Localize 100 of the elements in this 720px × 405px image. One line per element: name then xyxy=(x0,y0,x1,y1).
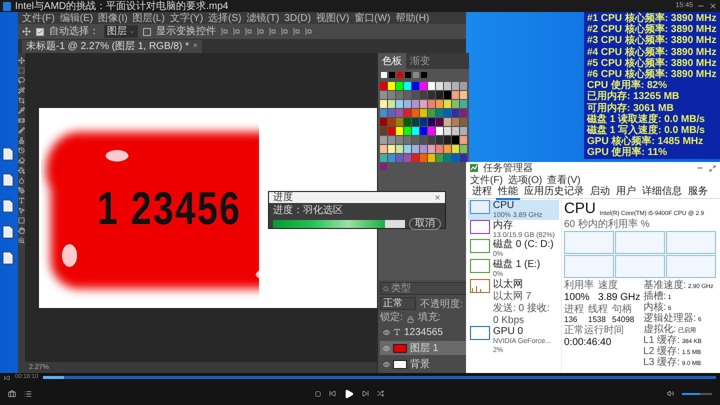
menu-item[interactable]: 滤镜(T) xyxy=(246,12,280,24)
stop-button[interactable] xyxy=(315,390,321,396)
eyedropper-tool-icon[interactable] xyxy=(18,107,25,114)
desktop-file-icon[interactable] xyxy=(2,225,14,239)
menu-item[interactable]: 文字(Y) xyxy=(170,12,204,24)
history-tool-icon[interactable] xyxy=(18,147,25,154)
cancel-button[interactable]: 取消 xyxy=(409,218,441,230)
eraser-tool-icon[interactable] xyxy=(18,157,25,164)
hand-tool-icon[interactable] xyxy=(18,227,25,234)
play-button[interactable] xyxy=(344,388,354,398)
align-icon[interactable] xyxy=(233,28,240,35)
menu-item[interactable]: 窗口(W) xyxy=(354,12,390,24)
blend-mode-dropdown[interactable]: 正常 xyxy=(380,297,416,310)
dialog-close-button[interactable] xyxy=(434,194,441,201)
dialog-title: 进度 xyxy=(273,192,293,203)
previous-icon xyxy=(329,390,336,397)
monitor-reading: #5 CPU 核心频率: 3890 MHz xyxy=(587,58,717,69)
stat-value: 0:00:46:40 xyxy=(564,337,612,348)
menu-item[interactable]: 图像(I) xyxy=(98,12,128,24)
panel-tab[interactable]: 色板 xyxy=(378,53,406,69)
document-tab[interactable]: 未标题-1 @ 2.27% (图层 1, RGB/8) * × xyxy=(22,40,202,52)
lasso-tool-icon[interactable] xyxy=(18,77,25,84)
type-tool-icon[interactable] xyxy=(18,197,25,204)
spec-label: L2 缓存: xyxy=(643,346,680,356)
desktop-file-icon[interactable] xyxy=(2,147,14,161)
maximize-button[interactable] xyxy=(709,164,716,172)
playback-progress-bar[interactable] xyxy=(43,376,716,379)
align-icon[interactable] xyxy=(281,28,288,35)
visibility-eye-icon[interactable] xyxy=(383,360,390,368)
shuffle-icon xyxy=(377,390,384,397)
rectangle-tool-icon[interactable] xyxy=(18,217,25,224)
bucket-tool-icon[interactable] xyxy=(18,167,25,174)
layer-row[interactable]: 1234565 xyxy=(380,325,467,339)
align-icon[interactable] xyxy=(257,28,264,35)
shuffle-button[interactable] xyxy=(377,390,384,397)
list-icon xyxy=(24,390,32,398)
spec-label: 逻辑处理器: xyxy=(643,312,696,324)
visibility-eye-icon[interactable] xyxy=(383,328,390,336)
volume-icon xyxy=(667,390,674,397)
desktop-file-icon[interactable] xyxy=(2,199,14,213)
bandage-tool-icon[interactable] xyxy=(18,117,25,124)
lock-icon[interactable] xyxy=(406,316,414,323)
zoom-tool-icon[interactable] xyxy=(18,237,25,244)
spec-label: 虚拟化: xyxy=(643,324,676,334)
briefcase-icon xyxy=(8,390,16,398)
move-tool-icon[interactable] xyxy=(18,57,25,64)
menu-item[interactable]: 查看(V) xyxy=(547,174,581,186)
align-icon[interactable] xyxy=(305,28,312,35)
auto-select-dropdown[interactable]: 图层 xyxy=(104,25,138,38)
menu-item[interactable]: 选项(O) xyxy=(508,174,542,186)
stat-label: 进程 xyxy=(564,304,584,314)
color-swatches-drawing[interactable] xyxy=(379,72,469,170)
desktop-file-icon[interactable] xyxy=(2,251,14,265)
drop-tool-icon[interactable] xyxy=(18,177,25,184)
previous-button[interactable] xyxy=(329,390,336,397)
next-button[interactable] xyxy=(362,390,369,397)
layer-row[interactable]: 图层 1 xyxy=(380,341,467,355)
tab[interactable]: 应用历史记录 xyxy=(522,184,586,200)
align-icon[interactable] xyxy=(221,28,228,35)
menu-item[interactable]: 文件(F) xyxy=(470,174,503,186)
menu-item[interactable]: 帮助(H) xyxy=(395,12,430,24)
caret-icon xyxy=(129,28,135,34)
menu-item[interactable]: 图层(L) xyxy=(132,12,165,24)
tab[interactable]: 启动 xyxy=(588,184,612,200)
monitor-reading: 可用内存: 3061 MB xyxy=(587,102,675,114)
show-transform-checkbox[interactable] xyxy=(143,28,151,36)
crop-tool-icon[interactable] xyxy=(18,97,25,104)
brush-tool-icon[interactable] xyxy=(18,127,25,134)
menu-item[interactable]: 选择(S) xyxy=(208,12,242,24)
menu-item[interactable]: 编辑(E) xyxy=(60,12,94,24)
layer-thumbnail xyxy=(393,360,407,368)
visibility-eye-icon[interactable] xyxy=(383,344,390,352)
align-icon[interactable] xyxy=(293,28,300,35)
auto-select-checkbox[interactable] xyxy=(36,28,44,36)
stamp-tool-icon[interactable] xyxy=(18,137,25,144)
pointer-tool-icon[interactable] xyxy=(18,207,25,214)
pen-tool-icon[interactable] xyxy=(18,187,25,194)
menu-item[interactable]: 视图(V) xyxy=(316,12,350,24)
check-icon xyxy=(37,28,43,34)
tab[interactable]: 详细信息 xyxy=(640,184,684,200)
tab[interactable]: 进程 xyxy=(470,184,494,200)
align-icon[interactable] xyxy=(245,28,252,35)
wand-tool-icon[interactable] xyxy=(18,87,25,94)
move-tool-icon[interactable] xyxy=(22,27,31,36)
close-button[interactable] xyxy=(709,2,717,10)
volume-button[interactable] xyxy=(667,390,674,397)
align-icon[interactable] xyxy=(269,28,276,35)
tab[interactable]: 用户 xyxy=(614,184,638,200)
stat-value: 100% xyxy=(564,292,591,302)
desktop-file-icon[interactable] xyxy=(2,173,14,187)
cpu-heading: CPU xyxy=(564,201,596,218)
device-item[interactable]: 以太网 以太网 7 发送: 0 接收: 0 Kbps xyxy=(468,278,559,326)
toolbox-button[interactable] xyxy=(8,390,16,398)
monitor-reading: #4 CPU 核心频率: 3890 MHz xyxy=(587,46,717,58)
playlist-button[interactable] xyxy=(24,390,32,398)
menu-item[interactable]: 3D(D) xyxy=(284,12,311,24)
tab[interactable]: 服务 xyxy=(686,184,710,200)
layer-row[interactable]: 背景 xyxy=(380,357,467,371)
menu-item[interactable]: 文件(F) xyxy=(22,12,55,24)
rewind-button[interactable] xyxy=(4,374,10,380)
